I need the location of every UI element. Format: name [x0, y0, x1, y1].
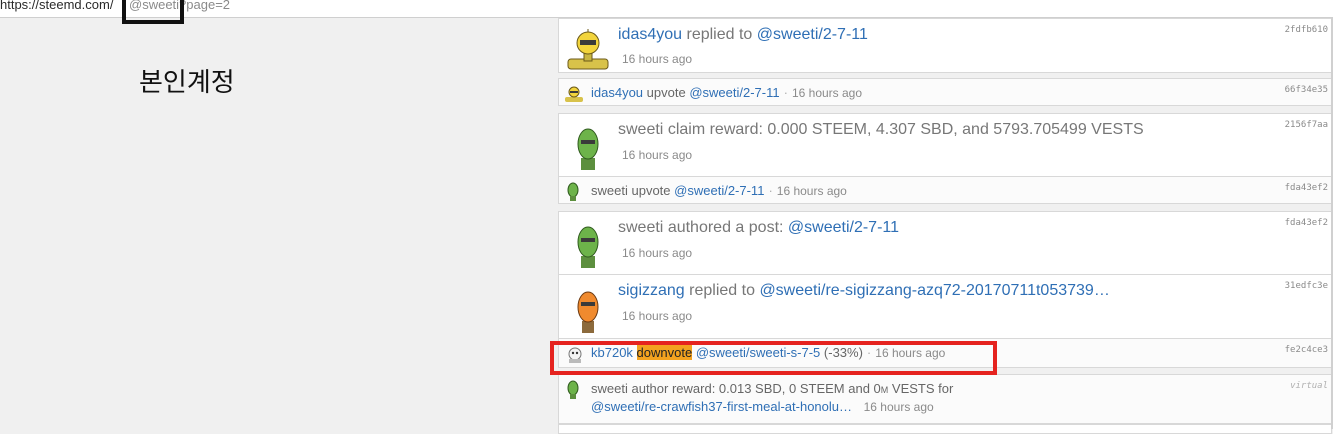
- action-verb: authored a post:: [667, 219, 784, 236]
- green-robot-avatar: [567, 182, 579, 201]
- timestamp: 16 hours ago: [863, 400, 934, 414]
- yellow-robot-avatar: [567, 29, 609, 70]
- green-robot-avatar: [567, 380, 579, 399]
- feed-item: sweeti author reward: 0.013 SBD, 0 STEEM…: [558, 374, 1332, 424]
- post-link[interactable]: @sweeti/2-7-11: [788, 219, 899, 236]
- feed-line: sigizzang replied to @sweeti/re-sigizzan…: [618, 282, 1110, 300]
- feed-item-partial: [558, 424, 1332, 434]
- feed-item: idas4you upvote @sweeti/2-7-11 · 16 hours …: [558, 78, 1332, 106]
- user-name[interactable]: sweeti: [591, 381, 628, 396]
- feed-line: sweeti author reward: 0.013 SBD, 0 STEEM…: [591, 381, 953, 396]
- tx-hash[interactable]: 66f34e35: [1285, 85, 1328, 95]
- feed-item: idas4you replied to @sweeti/2-7-11 16 ho…: [558, 18, 1332, 73]
- annotation-highlight-box: [550, 341, 997, 375]
- green-robot-avatar: [577, 128, 599, 170]
- orange-robot-avatar: [577, 291, 599, 333]
- user-name[interactable]: sweeti: [618, 219, 663, 236]
- green-robot-avatar: [577, 226, 599, 268]
- reward-text-tail: VESTS for: [891, 381, 954, 396]
- action-verb: upvote: [646, 85, 686, 100]
- feed-line: idas4you replied to @sweeti/2-7-11: [618, 26, 868, 44]
- timestamp: 16 hours ago: [776, 184, 847, 198]
- user-name[interactable]: sweeti: [618, 121, 663, 138]
- post-link[interactable]: @sweeti/2-7-11: [757, 26, 868, 43]
- feed-line: sweeti upvote @sweeti/2-7-11 · 16 hours ag…: [591, 183, 847, 198]
- tx-hash: virtual: [1290, 381, 1328, 391]
- action-verb: upvote: [631, 183, 671, 198]
- timestamp: 16 hours ago: [622, 246, 693, 260]
- post-link[interactable]: @sweeti/2-7-11: [674, 183, 764, 198]
- url-host: https://steemd.com/: [0, 0, 114, 12]
- unit-mark: M: [880, 385, 889, 395]
- tx-hash[interactable]: 2156f7aa: [1285, 120, 1328, 130]
- tx-hash[interactable]: fe2c4ce3: [1285, 345, 1328, 355]
- user-link[interactable]: sigizzang: [618, 282, 685, 299]
- feed-item: sweeti upvote @sweeti/2-7-11 · 16 hours ag…: [558, 176, 1332, 204]
- tx-hash[interactable]: fda43ef2: [1285, 183, 1328, 193]
- user-name[interactable]: sweeti: [591, 183, 628, 198]
- feed-line: sweeti claim reward: 0.000 STEEM, 4.307 …: [618, 121, 1144, 139]
- action-text: claim reward: 0.000 STEEM, 4.307 SBD, an…: [667, 121, 1144, 138]
- tx-hash[interactable]: 31edfc3e: [1285, 281, 1328, 291]
- timestamp: 16 hours ago: [622, 148, 693, 162]
- owner-account-label: 본인계정: [139, 67, 235, 97]
- timestamp: 16 hours ago: [622, 309, 693, 323]
- post-link[interactable]: @sweeti/re-sigizzang-azq72-20170711t0537…: [759, 282, 1109, 299]
- user-link[interactable]: idas4you: [618, 26, 682, 43]
- post-link[interactable]: @sweeti/re-crawfish37-first-meal-at-hono…: [591, 399, 852, 414]
- post-link[interactable]: @sweeti/2-7-11: [689, 85, 779, 100]
- feed-line-2: @sweeti/re-crawfish37-first-meal-at-hono…: [591, 399, 934, 414]
- reward-text: author reward: 0.013 SBD, 0 STEEM and 0: [631, 381, 881, 396]
- address-bar[interactable]: https://steemd.com/ @sweeti?page=2: [0, 0, 1333, 18]
- annotation-box: [122, 0, 184, 24]
- timestamp: 16 hours ago: [791, 86, 863, 100]
- timestamp: 16 hours ago: [622, 52, 693, 66]
- action-verb: replied to: [686, 26, 753, 43]
- feed-line: idas4you upvote @sweeti/2-7-11 · 16 hours …: [591, 85, 863, 100]
- yellow-robot-avatar: [565, 86, 583, 102]
- tx-hash[interactable]: 2fdfb610: [1285, 25, 1328, 35]
- user-link[interactable]: idas4you: [591, 85, 643, 100]
- action-verb: replied to: [689, 282, 755, 299]
- feed-line: sweeti authored a post: @sweeti/2-7-11: [618, 219, 899, 237]
- tx-hash[interactable]: fda43ef2: [1285, 218, 1328, 228]
